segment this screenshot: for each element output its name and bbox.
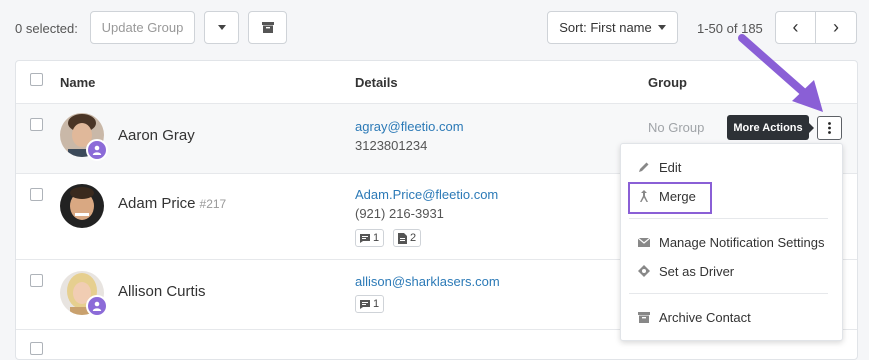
row-checkbox[interactable] [30, 274, 43, 287]
chevron-down-icon [657, 25, 666, 30]
more-actions-tooltip: More Actions [727, 115, 814, 140]
sort-dropdown[interactable]: Sort: First name [547, 11, 678, 44]
comments-count: 1 [373, 298, 380, 310]
contact-email[interactable]: Adam.Price@fleetio.com [355, 187, 498, 202]
archive-button[interactable] [248, 11, 287, 44]
menu-item-label: Set as Driver [659, 263, 735, 279]
document-icon [398, 232, 407, 244]
contact-name[interactable]: Adam Price #217 [118, 195, 226, 212]
bulk-actions-dropdown-button[interactable] [204, 11, 239, 44]
sort-label: Sort: First name [559, 20, 652, 35]
comment-icon [360, 299, 370, 309]
archive-icon [637, 310, 651, 324]
contact-name[interactable]: Allison Curtis [118, 283, 206, 300]
menu-item-label: Archive Contact [659, 309, 751, 325]
menu-item-notification-settings[interactable]: Manage Notification Settings [621, 230, 842, 254]
contact-number: #217 [199, 197, 227, 211]
contact-phone: (921) 216-3931 [355, 206, 444, 221]
comments-count: 1 [373, 232, 380, 244]
menu-item-archive-contact[interactable]: Archive Contact [621, 305, 842, 329]
vertical-dots-icon [828, 122, 831, 134]
menu-divider [629, 218, 828, 219]
contact-phone: 3123801234 [355, 138, 428, 153]
annotation-arrow-icon [738, 34, 823, 112]
envelope-icon [637, 235, 651, 249]
user-badge-icon [86, 295, 108, 317]
more-actions-button[interactable] [817, 116, 842, 140]
update-group-button[interactable]: Update Group [90, 11, 195, 44]
column-header-details: Details [355, 75, 398, 90]
chevron-right-icon: › [833, 17, 839, 37]
column-header-name[interactable]: Name [60, 75, 95, 90]
comments-chip[interactable]: 1 [355, 229, 385, 247]
row-checkbox[interactable] [30, 118, 43, 131]
menu-item-set-as-driver[interactable]: Set as Driver [621, 259, 842, 283]
menu-item-edit[interactable]: Edit [621, 155, 842, 179]
menu-divider [629, 293, 828, 294]
select-all-checkbox[interactable] [30, 73, 43, 86]
documents-count: 2 [410, 232, 417, 244]
archive-icon [261, 22, 274, 33]
steering-icon [637, 264, 651, 278]
merge-highlight-box [628, 182, 712, 214]
contact-email[interactable]: allison@sharklasers.com [355, 274, 500, 289]
column-header-group[interactable]: Group [648, 75, 687, 90]
menu-item-label: Manage Notification Settings [659, 234, 825, 250]
comment-icon [360, 233, 370, 243]
row-checkbox[interactable] [30, 188, 43, 201]
menu-item-label: Edit [659, 159, 682, 175]
contact-group: No Group [648, 120, 705, 135]
chevron-down-icon [217, 25, 226, 30]
contact-name-text: Adam Price [118, 195, 196, 212]
contact-name[interactable]: Aaron Gray [118, 127, 195, 144]
avatar [60, 184, 104, 228]
comments-chip[interactable]: 1 [355, 295, 385, 313]
documents-chip[interactable]: 2 [393, 229, 422, 247]
more-actions-menu: Edit Merge Manage Notification Settings … [620, 143, 843, 341]
user-badge-icon [86, 139, 108, 161]
pencil-icon [637, 160, 651, 174]
contact-email[interactable]: agray@fleetio.com [355, 119, 464, 134]
row-checkbox[interactable] [30, 342, 43, 355]
selected-count: 0 selected: [15, 21, 78, 36]
